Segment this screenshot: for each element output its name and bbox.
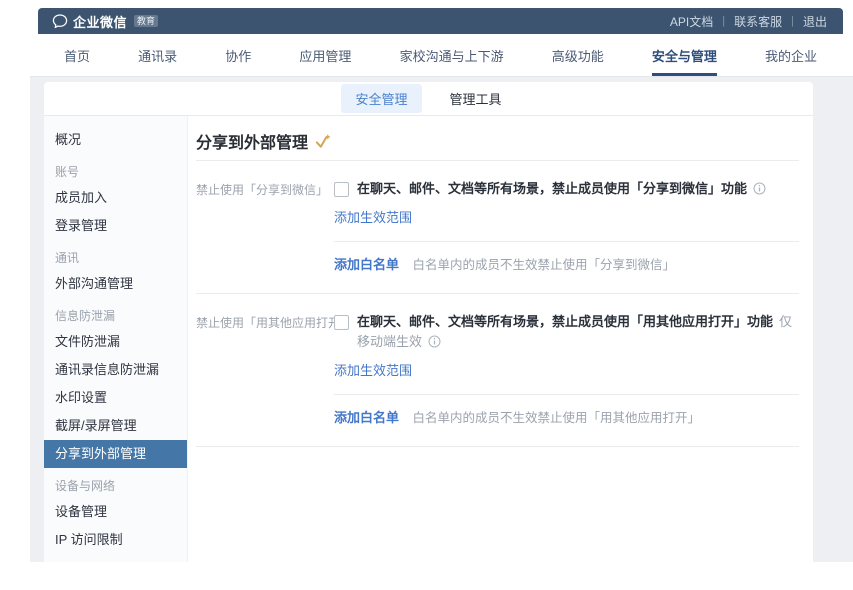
sidebar-group-device-network: 设备与网络	[44, 474, 187, 498]
separator: |	[791, 15, 794, 27]
tab-management-tools[interactable]: 管理工具	[436, 84, 516, 113]
page-body: 安全管理 管理工具 概况 账号 成员加入 登录管理 通讯 外部沟通管理 信息防泄…	[30, 77, 853, 562]
checkbox-description: 在聊天、邮件、文档等所有场景，禁止成员使用「用其他应用打开」功能	[357, 314, 773, 329]
sidebar-item-contacts-leak[interactable]: 通讯录信息防泄漏	[44, 356, 187, 384]
divider	[334, 394, 799, 395]
nav-tab-contacts[interactable]: 通讯录	[138, 34, 177, 76]
setting-label: 禁止使用「用其他应用打开」	[196, 312, 334, 428]
share-to-wechat-checkbox[interactable]	[334, 182, 349, 197]
nav-tab-school[interactable]: 家校沟通与上下游	[400, 34, 504, 76]
sidebar-group-account: 账号	[44, 160, 187, 184]
secondary-tabs: 安全管理 管理工具	[44, 82, 813, 116]
main-card: 安全管理 管理工具 概况 账号 成员加入 登录管理 通讯 外部沟通管理 信息防泄…	[44, 82, 813, 562]
open-with-other-app-checkbox[interactable]	[334, 315, 349, 330]
sidebar-item-ip-restriction[interactable]: IP 访问限制	[44, 526, 187, 554]
divider	[196, 446, 799, 447]
add-whitelist-link[interactable]: 添加白名单	[334, 408, 399, 428]
nav-tab-collaboration[interactable]: 协作	[225, 34, 251, 76]
tab-security-management[interactable]: 安全管理	[341, 84, 421, 113]
settings-sidebar: 概况 账号 成员加入 登录管理 通讯 外部沟通管理 信息防泄漏 文件防泄漏 通讯…	[44, 116, 188, 562]
divider	[334, 241, 799, 242]
add-scope-link[interactable]: 添加生效范围	[334, 361, 412, 381]
premium-check-icon	[314, 133, 331, 150]
sidebar-item-screenshot[interactable]: 截屏/录屏管理	[44, 412, 187, 440]
logo-text: 企业微信	[73, 12, 127, 31]
nav-tab-apps[interactable]: 应用管理	[299, 34, 351, 76]
nav-tab-my-company[interactable]: 我的企业	[765, 34, 817, 76]
sidebar-item-device-management[interactable]: 设备管理	[44, 498, 187, 526]
info-circle-icon[interactable]	[428, 336, 441, 351]
contact-support-link[interactable]: 联系客服	[732, 13, 784, 30]
logout-link[interactable]: 退出	[801, 13, 829, 30]
setting-open-with-other-app: 禁止使用「用其他应用打开」 在聊天、邮件、文档等所有场景，禁止成员使用「用其他应…	[196, 294, 799, 428]
sidebar-item-file-leak[interactable]: 文件防泄漏	[44, 328, 187, 356]
nav-tab-advanced[interactable]: 高级功能	[552, 34, 604, 76]
page-title: 分享到外部管理	[196, 129, 308, 153]
sidebar-group-communication: 通讯	[44, 246, 187, 270]
sidebar-group-info-leak: 信息防泄漏	[44, 304, 187, 328]
sidebar-item-login-management[interactable]: 登录管理	[44, 212, 187, 240]
sidebar-item-overview[interactable]: 概况	[44, 126, 187, 154]
nav-tab-home[interactable]: 首页	[64, 34, 90, 76]
api-doc-link[interactable]: API文档	[668, 13, 715, 30]
logo-badge: 教育	[134, 15, 158, 27]
whitelist-description: 白名单内的成员不生效禁止使用「分享到微信」	[413, 258, 676, 272]
separator: |	[722, 15, 725, 27]
whitelist-description: 白名单内的成员不生效禁止使用「用其他应用打开」	[413, 411, 701, 425]
add-whitelist-link[interactable]: 添加白名单	[334, 255, 399, 275]
sidebar-item-external-comm[interactable]: 外部沟通管理	[44, 270, 187, 298]
setting-label: 禁止使用「分享到微信」	[196, 179, 334, 275]
sidebar-item-watermark[interactable]: 水印设置	[44, 384, 187, 412]
sidebar-item-share-external[interactable]: 分享到外部管理	[44, 440, 187, 468]
checkbox-description: 在聊天、邮件、文档等所有场景，禁止成员使用「分享到微信」功能	[357, 181, 747, 196]
info-circle-icon[interactable]	[753, 183, 766, 198]
nav-tab-security-management[interactable]: 安全与管理	[652, 34, 717, 76]
topbar-links: API文档 | 联系客服 | 退出	[668, 13, 829, 30]
main-content: 分享到外部管理 禁止使用「分享到微信」	[188, 116, 813, 562]
add-scope-link[interactable]: 添加生效范围	[334, 208, 412, 228]
primary-nav: 首页 通讯录 协作 应用管理 家校沟通与上下游 高级功能 安全与管理 我的企业	[38, 34, 843, 76]
top-bar: 企业微信 教育 API文档 | 联系客服 | 退出	[38, 8, 843, 34]
app-logo[interactable]: 企业微信 教育	[52, 12, 158, 31]
sidebar-item-member-join[interactable]: 成员加入	[44, 184, 187, 212]
setting-share-to-wechat: 禁止使用「分享到微信」 在聊天、邮件、文档等所有场景，禁止成员使用「分享到微信」…	[196, 161, 799, 275]
chat-bubble-icon	[52, 13, 68, 29]
